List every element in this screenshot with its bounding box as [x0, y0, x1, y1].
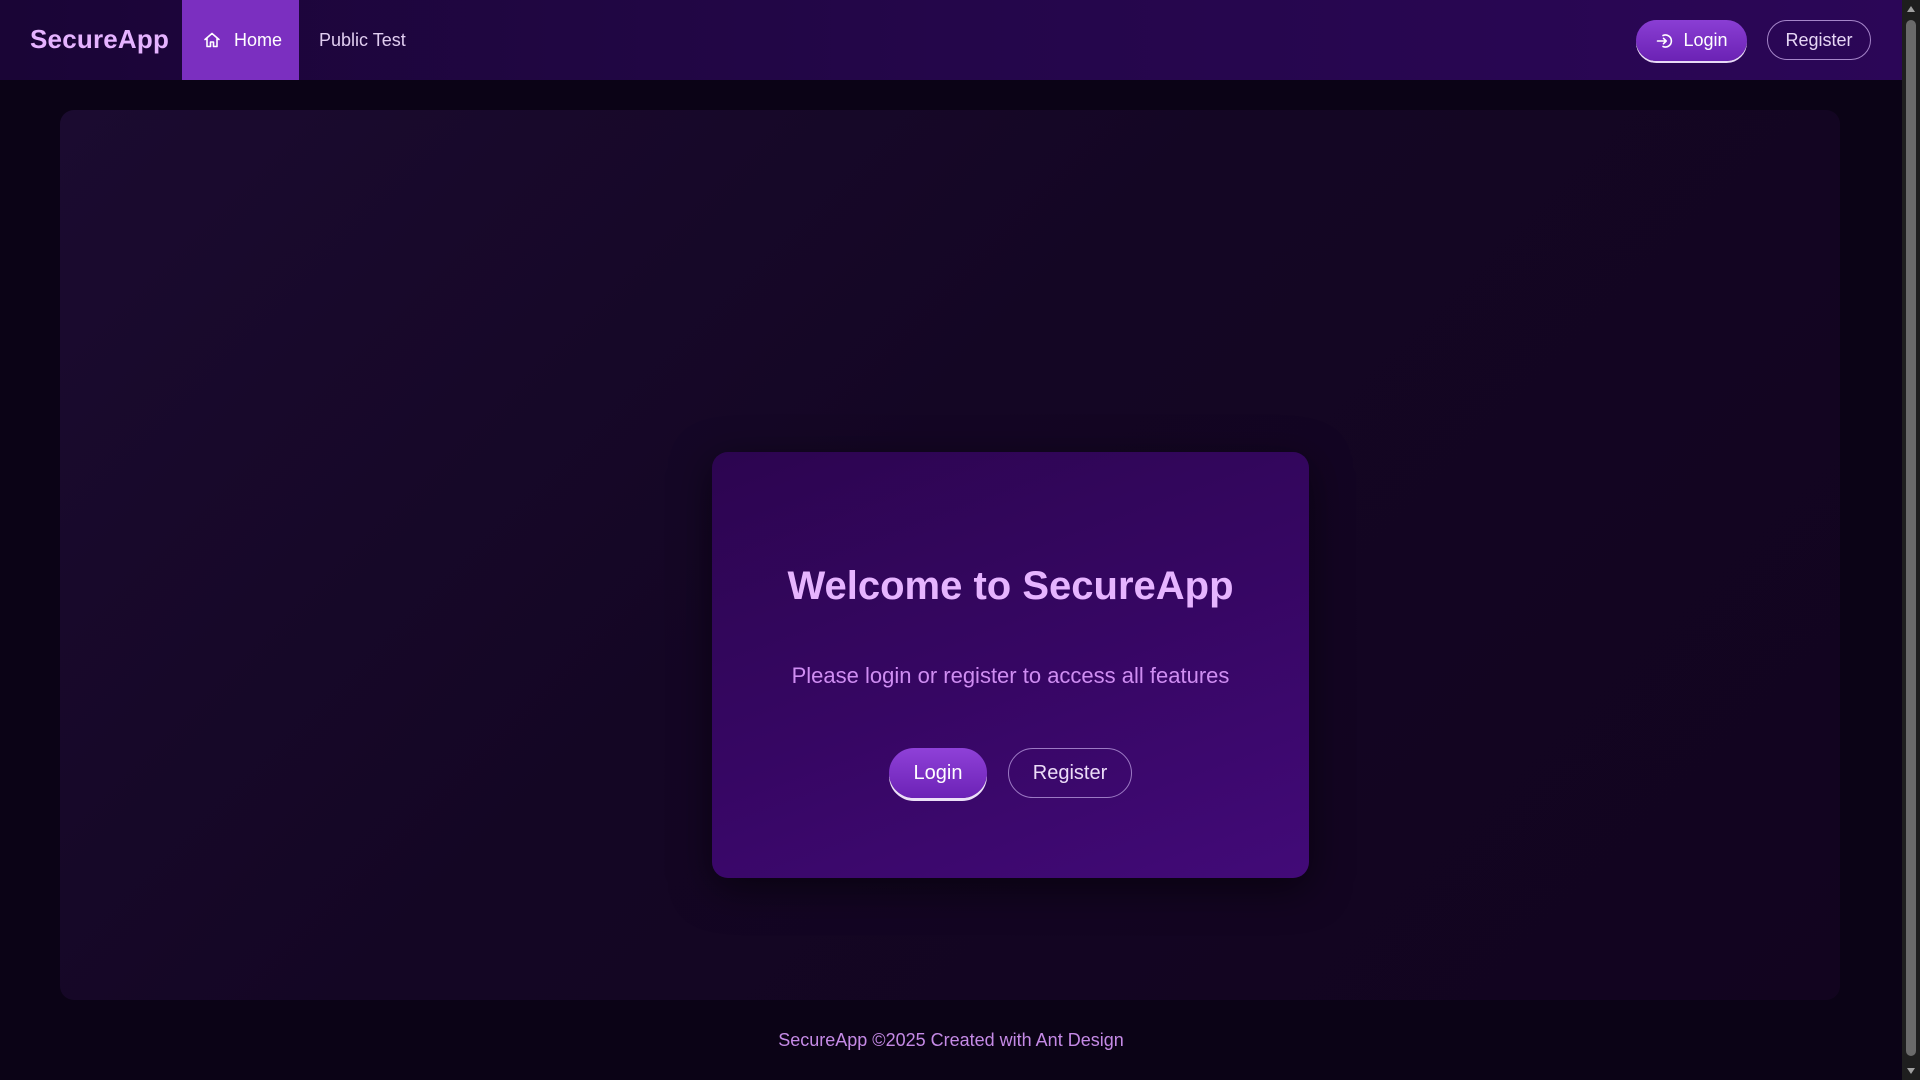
footer-text: SecureApp ©2025 Created with Ant Design	[778, 1030, 1124, 1050]
welcome-card: Welcome to SecureApp Please login or reg…	[712, 452, 1309, 878]
header-login-button[interactable]: Login	[1636, 20, 1747, 61]
welcome-register-button[interactable]: Register	[1008, 748, 1132, 798]
main-nav: Home Public Test	[182, 0, 426, 80]
vertical-scrollbar[interactable]	[1902, 0, 1920, 1080]
scrollbar-thumb[interactable]	[1906, 20, 1916, 1056]
scroll-down-arrow-icon[interactable]	[1902, 1062, 1920, 1080]
welcome-login-button[interactable]: Login	[889, 748, 987, 798]
header-login-label: Login	[1683, 30, 1728, 50]
nav-item-home[interactable]: Home	[182, 0, 299, 80]
nav-item-label: Home	[234, 29, 283, 50]
welcome-subtitle: Please login or register to access all f…	[791, 663, 1230, 688]
top-header: SecureApp Home Public Test Login Registe…	[0, 0, 1902, 80]
home-icon	[202, 30, 222, 50]
content-panel: Welcome to SecureApp Please login or reg…	[60, 110, 1840, 1000]
app-logo[interactable]: SecureApp	[30, 0, 169, 80]
nav-item-public-test[interactable]: Public Test	[299, 0, 426, 80]
page: SecureApp Home Public Test Login Registe…	[0, 0, 1902, 1080]
nav-item-label: Public Test	[319, 29, 406, 50]
welcome-title: Welcome to SecureApp	[787, 564, 1234, 608]
login-icon	[1655, 31, 1675, 51]
header-register-button[interactable]: Register	[1767, 20, 1871, 60]
scroll-up-arrow-icon[interactable]	[1902, 0, 1920, 18]
